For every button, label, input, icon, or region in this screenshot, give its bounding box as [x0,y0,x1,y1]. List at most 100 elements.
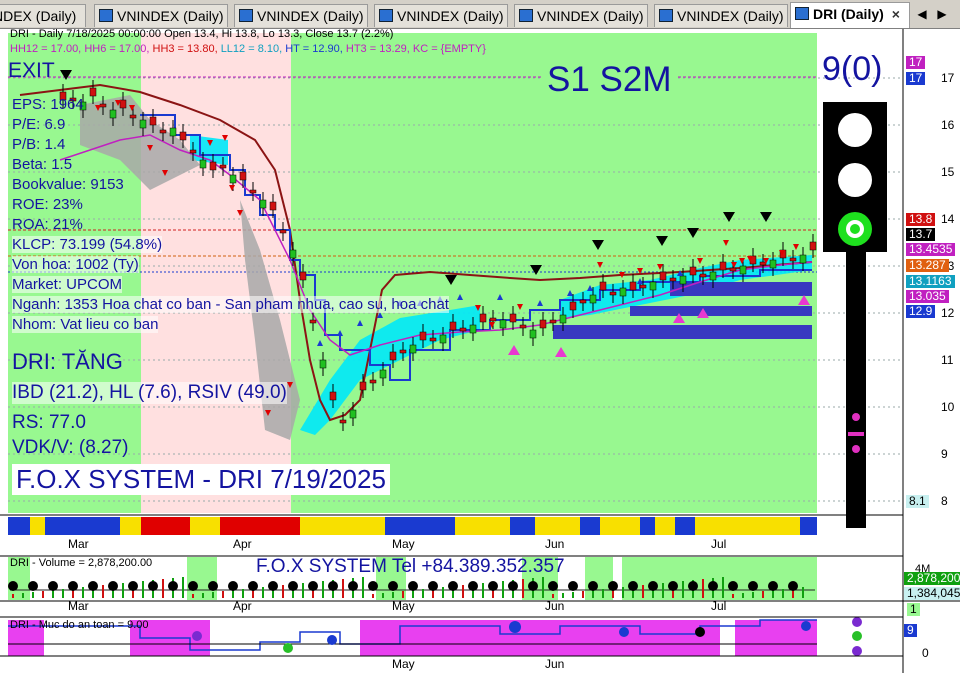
volume-label: DRI - Volume = 2,878,200.00 [10,557,153,569]
tab-vnindex-daily-3[interactable]: VNINDEX (Daily) [374,4,508,27]
candle-body [409,344,417,354]
trend-strip-segment [675,517,695,535]
candle-body [689,266,697,276]
volume-bar [182,577,184,598]
tab-vnindex-daily-4[interactable]: VNINDEX (Daily) [514,4,648,27]
volume-bar [592,590,594,598]
tab-label: VNINDEX (Daily) [117,8,224,24]
candle-body [449,321,457,331]
indicator-line: HH12 = 17.00, HH6 = 17.00, HH3 = 13.80, … [10,43,486,55]
candle-body [269,201,277,211]
candle-body [489,317,497,322]
chart-icon [99,9,113,22]
chart-icon [659,9,673,22]
trend-strip-segment [655,517,675,535]
exit-label: EXIT [8,59,55,82]
volume-dot [788,581,798,591]
trend-strip-segment [141,517,190,535]
volume-bar [232,590,234,598]
candle-body [519,324,527,329]
month-may-vol: May [392,599,415,613]
tab-dri-daily[interactable]: DRI (Daily) × [790,2,910,28]
price-tick-label: 11 [941,353,954,367]
volume-bar [412,590,414,598]
volume-dot [228,581,238,591]
tab-vnindex-daily-1[interactable]: VNINDEX (Daily) [94,4,228,27]
volume-dot [68,581,78,591]
volume-bar [32,592,34,598]
volume-bar [12,594,14,598]
volume-dot [488,581,498,591]
candle-body [299,271,307,281]
candle-body [209,161,217,171]
info-line: Market: UPCOM [12,276,123,293]
scroll-right-icon[interactable]: ▶ [934,6,950,22]
price-tick-label: 12 [941,306,955,320]
volume-bar [622,587,624,598]
candle-body [109,109,117,119]
ht-value: HT = 12.90, [285,43,343,55]
candle-body [249,189,257,194]
volume-bar [522,579,524,598]
price-level-box: 12.9 [906,305,936,318]
month-jul: Jul [711,537,727,551]
volume-bar [372,594,374,598]
scroll-left-icon[interactable]: ◀ [914,6,930,22]
close-icon[interactable]: × [892,6,900,22]
candle-body [609,291,617,296]
candle-body [639,284,647,289]
candle-body [629,281,637,291]
month-jun-vol: Jun [545,599,565,613]
price-level-box: 13.1163 [906,275,955,288]
info-line: ROA: 21% [12,216,83,233]
volume-dot [148,581,158,591]
candle-body [799,254,807,264]
volume-dot [88,581,98,591]
ll12-value: LL12 = 8.10, [220,43,283,55]
chart-icon [239,9,253,22]
trend-strip-segment [300,517,385,535]
volume-bar [52,590,54,598]
candle-body [129,114,137,119]
candle-body [679,275,687,285]
candle-body [389,351,397,361]
tab-vnindex-daily-2[interactable]: VNINDEX (Daily) [234,4,368,27]
volume-bar [782,589,784,598]
volume-dot [368,581,378,591]
candle-body [459,327,467,332]
trend-status: DRI: TĂNG [12,349,123,374]
tab-ndex-daily[interactable]: NDEX (Daily) [0,4,86,27]
candle-body [719,261,727,271]
candle-body [149,116,157,126]
volume-dot [408,581,418,591]
candle-body [559,314,567,324]
volume-dot [248,581,258,591]
tab-label: VNINDEX (Daily) [397,8,504,24]
tab-vnindex-daily-5[interactable]: VNINDEX (Daily) [654,4,788,27]
volume-bar [642,585,644,598]
candle-body [229,174,237,184]
candle-body [309,319,317,324]
volume-dot [188,581,198,591]
candle-body [579,299,587,304]
volume-bar [562,593,564,598]
volume-bar [682,581,684,598]
trend-strip-segment [695,517,723,535]
candle-body [659,271,667,281]
volume-bar [422,589,424,598]
tab-label: VNINDEX (Daily) [257,8,364,24]
volume-bar [162,579,164,598]
trend-strip-segment [190,517,220,535]
month-may: May [392,537,415,551]
candle-body [809,241,817,251]
volume-bar [802,587,804,598]
candle-body [339,419,347,424]
candle-body [529,329,537,339]
trend-strip-segment [600,517,640,535]
candle-body [179,131,187,141]
candle-body [669,277,677,282]
trend-strip-segment [385,517,455,535]
candle-body [539,319,547,329]
volume-bar [772,590,774,598]
candle-body [199,159,207,169]
